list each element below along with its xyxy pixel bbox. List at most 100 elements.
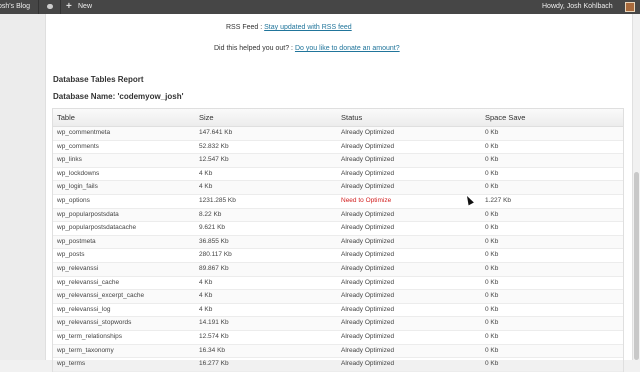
status-cell: Already Optimized	[341, 319, 395, 327]
table-row: wp_terms 16.277 Kb Already Optimized 0 Kb	[53, 358, 623, 372]
table-name-cell: wp_relevanssi_cache	[57, 278, 120, 286]
space-save-cell: 0 Kb	[485, 224, 499, 232]
table-row: wp_links 12.547 Kb Already Optimized 0 Kb	[53, 154, 623, 168]
size-cell: 36.855 Kb	[199, 237, 229, 245]
size-cell: 14.191 Kb	[199, 319, 229, 327]
admin-bar-divider	[60, 0, 61, 14]
space-save-cell: 0 Kb	[485, 183, 499, 191]
space-save-cell: 0 Kb	[485, 305, 499, 313]
admin-bar: osh's Blog + New Howdy, Josh Kohlbach	[0, 0, 640, 14]
table-row: wp_posts 280.117 Kb Already Optimized 0 Kb	[53, 249, 623, 263]
status-cell: Already Optimized	[341, 305, 395, 313]
status-cell: Already Optimized	[341, 183, 395, 191]
donate-label: Did this helped you out? :	[214, 45, 295, 52]
donate-link[interactable]: Do you like to donate an amount?	[295, 45, 400, 52]
size-cell: 4 Kb	[199, 169, 213, 177]
status-cell: Already Optimized	[341, 332, 395, 340]
table-name-cell: wp_relevanssi_excerpt_cache	[57, 292, 145, 300]
table-name-cell: wp_term_taxonomy	[57, 346, 114, 354]
admin-bar-divider	[38, 0, 39, 14]
table-row: wp_comments 52.832 Kb Already Optimized 0 K…	[53, 141, 623, 155]
status-cell: Already Optimized	[341, 129, 395, 136]
size-cell: 4 Kb	[199, 305, 213, 313]
table-name-cell: wp_lockdowns	[57, 169, 100, 177]
status-cell: Already Optimized	[341, 156, 395, 164]
table-body: wp_commentmeta 147.641 Kb Already Optimize…	[53, 127, 623, 372]
table-name-cell: wp_relevanssi_log	[57, 305, 111, 313]
space-save-cell: 0 Kb	[485, 264, 499, 272]
table-name-cell: wp_comments	[57, 142, 99, 150]
scrollbar-thumb[interactable]	[634, 172, 639, 360]
table-name-cell: wp_commentmeta	[57, 129, 111, 136]
space-save-cell: 0 Kb	[485, 142, 499, 150]
avatar-icon[interactable]	[625, 2, 635, 12]
rss-feed-line: RSS Feed : Stay updated with RSS feed	[226, 24, 352, 31]
tables-report-table: Table Size Status Space Save wp_commentm…	[52, 108, 624, 372]
table-row: wp_relevanssi_excerpt_cache 4 Kb Already O…	[53, 290, 623, 304]
space-save-cell: 1.227 Kb	[485, 196, 512, 204]
site-name-link[interactable]: osh's Blog	[0, 0, 30, 14]
space-save-cell: 0 Kb	[485, 332, 499, 340]
rss-feed-link[interactable]: Stay updated with RSS feed	[264, 24, 352, 31]
table-name-cell: wp_term_relationships	[57, 332, 123, 340]
comment-bubble-icon[interactable]	[47, 4, 53, 9]
table-row: wp_term_relationships 12.574 Kb Already Op…	[53, 331, 623, 345]
status-cell: Already Optimized	[341, 251, 395, 259]
size-cell: 12.574 Kb	[199, 332, 229, 340]
table-row: wp_term_taxonomy 16.34 Kb Already Optimize…	[53, 344, 623, 359]
donate-line: Did this helped you out? : Do you like t…	[214, 45, 400, 52]
size-cell: 52.832 Kb	[199, 142, 229, 150]
table-name-cell: wp_links	[57, 156, 82, 164]
database-name: Database Name: 'codemyow_josh'	[53, 92, 184, 101]
rss-feed-label: RSS Feed :	[226, 24, 265, 31]
size-cell: 8.22 Kb	[199, 210, 222, 218]
space-save-cell: 0 Kb	[485, 237, 499, 245]
size-cell: 4 Kb	[199, 292, 213, 300]
status-cell: Already Optimized	[341, 224, 395, 232]
table-row: wp_popularpostsdata 8.22 Kb Already Optimi…	[53, 208, 623, 223]
status-cell: Already Optimized	[341, 210, 395, 218]
size-cell: 12.547 Kb	[199, 156, 229, 164]
header-size: Size	[199, 113, 214, 122]
size-cell: 147.641 Kb	[199, 129, 233, 136]
table-row: wp_commentmeta 147.641 Kb Already Optimize…	[53, 127, 623, 141]
space-save-cell: 0 Kb	[485, 292, 499, 300]
header-status: Status	[341, 113, 363, 122]
size-cell: 9.621 Kb	[199, 224, 226, 232]
admin-menu-background	[0, 14, 45, 360]
table-row: wp_relevanssi_log 4 Kb Already Optimized 0 …	[53, 304, 623, 318]
space-save-cell: 0 Kb	[485, 278, 499, 286]
size-cell: 4 Kb	[199, 183, 213, 191]
table-name-cell: wp_options	[57, 196, 90, 204]
table-name-cell: wp_popularpostsdatacache	[57, 224, 137, 232]
space-save-cell: 0 Kb	[485, 251, 499, 259]
status-cell: Already Optimized	[341, 278, 395, 286]
status-cell: Already Optimized	[341, 169, 395, 177]
space-save-cell: 0 Kb	[485, 319, 499, 327]
table-row: wp_postmeta 36.855 Kb Already Optimized 0 K…	[53, 235, 623, 250]
status-cell: Already Optimized	[341, 264, 395, 272]
report-title: Database Tables Report	[53, 75, 144, 84]
table-row: wp_relevanssi_cache 4 Kb Already Optimized…	[53, 277, 623, 291]
new-content-link[interactable]: New	[78, 0, 92, 14]
size-cell: 16.34 Kb	[199, 346, 226, 354]
table-row: wp_login_fails 4 Kb Already Optimized 0 Kb	[53, 181, 623, 195]
space-save-cell: 0 Kb	[485, 210, 499, 218]
space-save-cell: 0 Kb	[485, 156, 499, 164]
space-save-cell: 0 Kb	[485, 346, 499, 354]
howdy-user-link[interactable]: Howdy, Josh Kohlbach	[542, 0, 613, 14]
table-row: wp_lockdowns 4 Kb Already Optimized 0 Kb	[53, 168, 623, 182]
size-cell: 280.117 Kb	[199, 251, 232, 259]
space-save-cell: 0 Kb	[485, 129, 499, 136]
status-cell: Need to Optimize	[341, 196, 392, 204]
table-row: wp_relevanssi 89.867 Kb Already Optimized 0…	[53, 262, 623, 277]
table-name-cell: wp_popularpostsdata	[57, 210, 119, 218]
table-row: wp_popularpostsdatacache 9.621 Kb Already …	[53, 222, 623, 236]
table-row: wp_options 1231.285 Kb Need to Optimize 1.2…	[53, 195, 623, 209]
size-cell: 89.867 Kb	[199, 264, 229, 272]
table-header: Table Size Status Space Save	[53, 109, 623, 127]
header-table: Table	[57, 113, 75, 122]
status-cell: Already Optimized	[341, 292, 395, 300]
space-save-cell: 0 Kb	[485, 169, 499, 177]
table-name-cell: wp_login_fails	[57, 183, 98, 191]
